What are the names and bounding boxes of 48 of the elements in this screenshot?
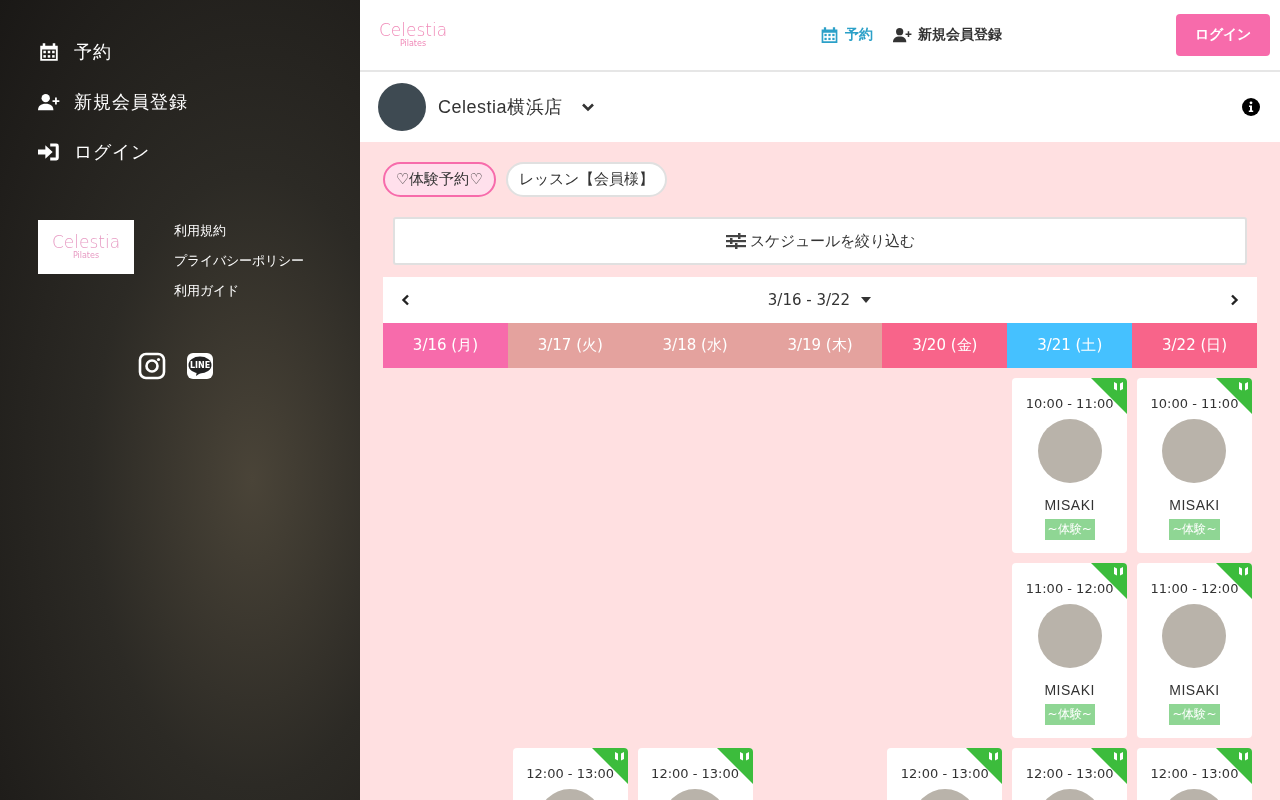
time-range: 12:00 - 13:00 bbox=[526, 766, 615, 781]
lesson-card[interactable]: 10:00 - 11:00 MISAKI ~体験~ bbox=[1012, 378, 1128, 553]
caret-down-icon[interactable] bbox=[860, 296, 873, 304]
lesson-card[interactable]: 12:00 - 13:00 bbox=[512, 748, 628, 800]
lesson-card[interactable]: 12:00 - 13:00 bbox=[887, 748, 1003, 800]
lesson-card[interactable]: 12:00 - 13:00 bbox=[637, 748, 753, 800]
sidebar-menu-item[interactable]: 新規会員登録 bbox=[38, 90, 360, 114]
sidebar-menu-item[interactable]: ログイン bbox=[38, 140, 360, 164]
time-range: 12:00 - 13:00 bbox=[900, 766, 989, 781]
filter-button[interactable]: スケジュールを絞り込む bbox=[393, 217, 1247, 265]
time-range: 10:00 - 11:00 bbox=[1150, 396, 1239, 411]
lesson-tag: ~体験~ bbox=[1169, 704, 1220, 725]
lesson-tag: ~体験~ bbox=[1044, 519, 1095, 540]
lesson-card[interactable]: 11:00 - 12:00 MISAKI ~体験~ bbox=[1012, 563, 1128, 738]
week-range[interactable]: 3/16 - 3/22 bbox=[767, 291, 851, 309]
time-range: 11:00 - 12:00 bbox=[1025, 581, 1114, 596]
time-range: 12:00 - 13:00 bbox=[651, 766, 739, 781]
instructor-name: MISAKI bbox=[1169, 682, 1220, 698]
time-range: 10:00 - 11:00 bbox=[1025, 396, 1114, 411]
lesson-card[interactable]: 10:00 - 11:00 MISAKI ~体験~ bbox=[1137, 378, 1252, 553]
time-range: 12:00 - 13:00 bbox=[1025, 766, 1114, 781]
store-photo bbox=[378, 83, 426, 131]
instructor-name: MISAKI bbox=[1169, 497, 1220, 513]
lesson-tab[interactable]: レッスン【会員様】 bbox=[505, 162, 667, 197]
nav-link[interactable]: 新規会員登録 bbox=[893, 26, 1002, 44]
time-range: 12:00 - 13:00 bbox=[1150, 766, 1239, 781]
lesson-card[interactable]: 12:00 - 13:00 bbox=[1012, 748, 1128, 800]
calendar-icon bbox=[820, 26, 839, 44]
instagram-icon[interactable] bbox=[138, 352, 166, 380]
sidebar-menu-item[interactable]: 予約 bbox=[38, 40, 360, 64]
store-name[interactable]: Celestia横浜店 bbox=[438, 95, 563, 119]
lesson-card[interactable]: 12:00 - 13:00 bbox=[1137, 748, 1252, 800]
instructor-name: MISAKI bbox=[1044, 497, 1095, 513]
lesson-tab[interactable]: ♡体験予約♡ bbox=[383, 162, 496, 197]
instructor-name: MISAKI bbox=[1044, 682, 1095, 698]
sliders-icon bbox=[725, 232, 746, 250]
time-range: 11:00 - 12:00 bbox=[1150, 581, 1239, 596]
footer-link[interactable]: プライバシーポリシー bbox=[174, 252, 304, 270]
calendar-icon bbox=[38, 42, 60, 62]
lesson-tag: ~体験~ bbox=[1044, 704, 1095, 725]
lesson-tag: ~体験~ bbox=[1169, 519, 1220, 540]
sign-in-icon bbox=[38, 142, 60, 162]
info-icon[interactable] bbox=[1242, 98, 1260, 116]
user-plus-icon bbox=[893, 26, 912, 44]
user-plus-icon bbox=[38, 92, 60, 112]
footer-link[interactable]: 利用規約 bbox=[174, 222, 304, 240]
footer-link[interactable]: 利用ガイド bbox=[174, 282, 304, 300]
lesson-card[interactable]: 11:00 - 12:00 MISAKI ~体験~ bbox=[1137, 563, 1252, 738]
